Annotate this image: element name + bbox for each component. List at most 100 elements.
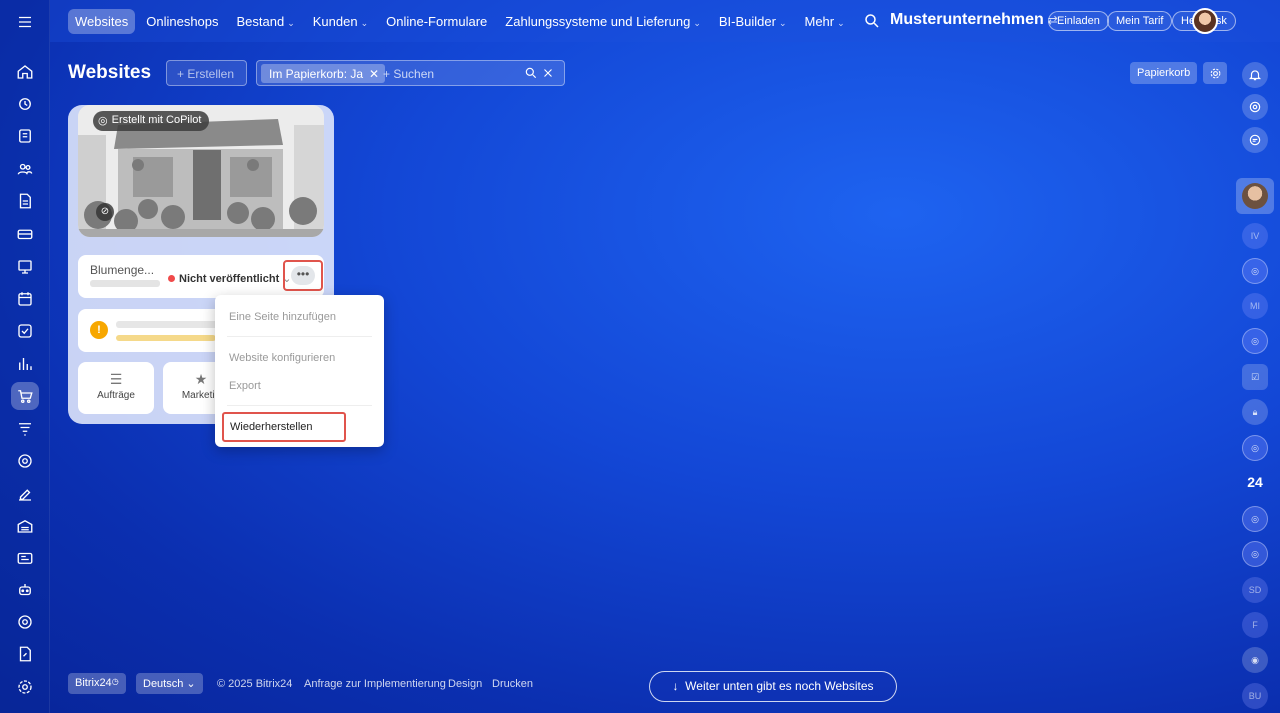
warning-text-blurred: [116, 321, 226, 328]
lifebuoy-icon[interactable]: [11, 608, 39, 636]
clear-icon[interactable]: [542, 67, 554, 79]
search-icon[interactable]: [863, 12, 881, 30]
footer-link-print[interactable]: Drucken: [492, 678, 533, 690]
user-avatar[interactable]: [1192, 8, 1218, 34]
website-info-row: Blumenge... Nicht veröffentlicht ⌄ •••: [78, 255, 324, 298]
target-icon[interactable]: [11, 447, 39, 475]
bitrix24-logo-button[interactable]: Bitrix24◷: [68, 673, 126, 694]
warehouse-icon[interactable]: [11, 512, 39, 540]
menu-item-configure[interactable]: Website konfigurieren: [229, 352, 335, 364]
invite-button[interactable]: Einladen: [1048, 11, 1109, 31]
funnel-icon[interactable]: [11, 415, 39, 443]
contact-avatar[interactable]: [1242, 183, 1268, 209]
documents-icon[interactable]: [11, 187, 39, 215]
nav-onlineshops[interactable]: Onlineshops: [139, 9, 225, 34]
nav-bi-builder[interactable]: BI-Builder ⌄: [712, 9, 794, 34]
analytics-icon[interactable]: [11, 350, 39, 378]
scroll-more-sites-button[interactable]: ↓ Weiter unten gibt es noch Websites: [649, 671, 897, 702]
contact-iv[interactable]: IV: [1242, 223, 1268, 249]
tasks-icon[interactable]: [11, 122, 39, 150]
search-icon[interactable]: [524, 66, 538, 80]
shop-icon[interactable]: [11, 382, 39, 410]
nav-label: Mehr: [804, 14, 835, 29]
copilot-chat-icon[interactable]: ◎: [1242, 435, 1268, 461]
checklist-icon[interactable]: [11, 317, 39, 345]
search-filter-box[interactable]: Im Papierkorb: Ja ✕ + Suchen: [256, 60, 565, 86]
robot-icon[interactable]: [11, 576, 39, 604]
gear-icon[interactable]: [1203, 62, 1227, 84]
copilot-icon[interactable]: [1242, 94, 1268, 120]
bitrix24-icon[interactable]: 24: [1242, 474, 1268, 490]
inbox-icon[interactable]: ☑: [1242, 364, 1268, 390]
footer-link-design[interactable]: Design: [448, 678, 482, 690]
nav-label: Online-Formulare: [386, 14, 488, 29]
nav-mehr[interactable]: Mehr ⌄: [797, 9, 851, 34]
chevron-down-icon: ⌄: [287, 18, 295, 28]
nav-kunden[interactable]: Kunden ⌄: [306, 9, 375, 34]
home-icon[interactable]: [11, 58, 39, 86]
contact-mi[interactable]: MI: [1242, 293, 1268, 319]
nav-online-formulare[interactable]: Online-Formulare: [379, 9, 494, 34]
close-icon[interactable]: ✕: [369, 67, 379, 81]
nav-bestand[interactable]: Bestand ⌄: [230, 9, 302, 34]
filter-tag[interactable]: Im Papierkorb: Ja ✕: [261, 64, 386, 83]
funnel-icon: ☰: [109, 371, 123, 387]
tile-orders[interactable]: ☰ Aufträge: [78, 362, 154, 414]
footer-link-implementation[interactable]: Anfrage zur Implementierung: [304, 678, 446, 690]
create-button[interactable]: + Erstellen: [166, 60, 247, 86]
inventory-icon[interactable]: [11, 220, 39, 248]
language-select[interactable]: Deutsch ⌄: [136, 673, 203, 694]
company-label: Musterunternehmen: [890, 11, 1044, 28]
copilot-badge-label: Erstellt mit CoPilot: [111, 114, 202, 126]
publish-status[interactable]: Nicht veröffentlicht ⌄: [168, 272, 292, 285]
group-avatar[interactable]: ◉: [1242, 647, 1268, 673]
nav-label: Kunden: [312, 14, 358, 29]
copilot-chat-icon[interactable]: ◎: [1242, 541, 1268, 567]
menu-icon[interactable]: [11, 8, 39, 36]
menu-item-restore[interactable]: Wiederherstellen: [222, 412, 346, 442]
nav-label: Bestand: [236, 14, 285, 29]
star-icon: ★: [194, 371, 208, 387]
copilot-chat-icon[interactable]: ◎: [1242, 258, 1268, 284]
chevron-down-icon: ⌄: [837, 18, 845, 28]
chevron-down-icon: ⌄: [186, 678, 196, 690]
lock-icon[interactable]: 🔒︎: [1242, 399, 1268, 425]
feed-icon[interactable]: [11, 90, 39, 118]
copilot-chat-icon[interactable]: ◎: [1242, 506, 1268, 532]
brand-label: Bitrix24: [75, 677, 112, 689]
more-actions-button[interactable]: •••: [291, 266, 315, 285]
menu-item-add-page[interactable]: Eine Seite hinzufügen: [229, 311, 336, 323]
copilot-badge: ◎ Erstellt mit CoPilot: [93, 111, 210, 131]
sign-icon[interactable]: [11, 480, 39, 508]
warning-link-blurred: [116, 335, 216, 341]
trash-button[interactable]: Papierkorb: [1130, 62, 1198, 84]
contact-bu[interactable]: BU: [1242, 683, 1268, 709]
cards-icon[interactable]: [11, 544, 39, 572]
nav-websites[interactable]: Websites: [68, 9, 136, 34]
nav-label: Websites: [75, 14, 129, 29]
website-preview-image[interactable]: ◎ Erstellt mit CoPilot ⊘: [78, 105, 324, 237]
right-sidebar: IV ◎ MI ◎ ☑ 🔒︎ ◎ 24 ◎ ◎ SD F ◉ BU: [1234, 42, 1280, 713]
company-name[interactable]: Musterunternehmen ⇄: [890, 11, 1058, 29]
plan-button[interactable]: Mein Tarif: [1107, 11, 1173, 31]
tile-label: Aufträge: [97, 390, 135, 401]
contacts-icon[interactable]: [11, 155, 39, 183]
copilot-chat-icon[interactable]: ◎: [1242, 328, 1268, 354]
calendar-icon[interactable]: [11, 285, 39, 313]
website-name[interactable]: Blumenge...: [90, 263, 154, 277]
nav-zahlungssysteme[interactable]: Zahlungssysteme und Lieferung ⌄: [498, 9, 708, 34]
search-input[interactable]: + Suchen: [383, 67, 434, 81]
nav-label: Onlineshops: [146, 14, 219, 29]
contact-sd[interactable]: SD: [1242, 577, 1268, 603]
language-label: Deutsch: [143, 678, 184, 690]
filter-tag-label: Im Papierkorb: Ja: [269, 67, 364, 81]
contact-f[interactable]: F: [1242, 612, 1268, 638]
settings-icon[interactable]: [11, 673, 39, 701]
chat-icon[interactable]: [1242, 127, 1268, 153]
doc-edit-icon[interactable]: [11, 640, 39, 668]
top-bar: Websites Onlineshops Bestand ⌄ Kunden ⌄ On…: [50, 0, 1280, 42]
presentation-icon[interactable]: [11, 253, 39, 281]
copilot-icon: ◎: [98, 115, 108, 127]
bell-icon[interactable]: [1242, 62, 1268, 88]
menu-item-export[interactable]: Export: [229, 380, 261, 392]
